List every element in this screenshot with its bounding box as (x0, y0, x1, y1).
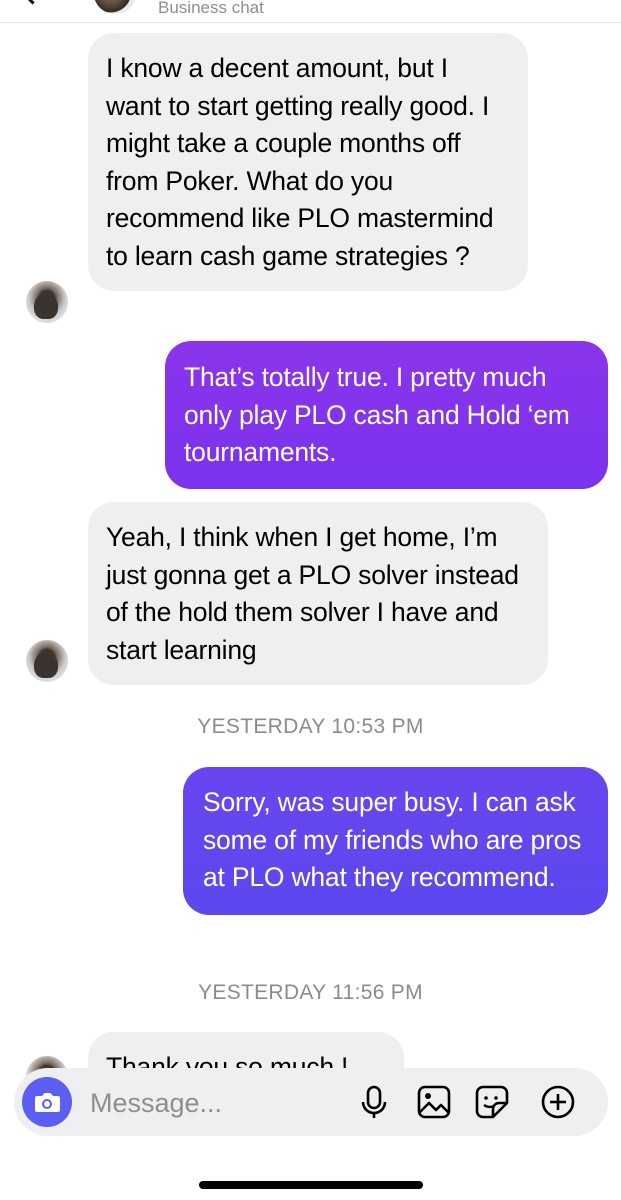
outgoing-message[interactable]: Sorry, was super busy. I can ask some of… (183, 767, 608, 915)
chat-header: Business chat (0, 0, 621, 23)
message-composer (14, 1068, 608, 1136)
camera-icon (35, 1093, 60, 1112)
contact-avatar[interactable] (94, 0, 136, 14)
sticker-button[interactable] (472, 1082, 512, 1122)
sticker-icon (475, 1085, 509, 1119)
microphone-button[interactable] (354, 1082, 394, 1122)
plus-icon (541, 1085, 575, 1119)
gallery-button[interactable] (414, 1082, 454, 1122)
timestamp: YESTERDAY 10:53 PM (197, 715, 424, 738)
microphone-icon (361, 1085, 387, 1118)
sender-avatar[interactable] (26, 640, 68, 682)
header-subtitle: Business chat (158, 0, 264, 17)
outgoing-message[interactable]: That’s totally true. I pretty much only … (165, 341, 608, 489)
add-button[interactable] (538, 1082, 578, 1122)
incoming-message[interactable]: Yeah, I think when I get home, I’m just … (88, 502, 548, 685)
gallery-icon (417, 1085, 451, 1119)
camera-button[interactable] (22, 1077, 72, 1127)
sender-avatar[interactable] (26, 281, 68, 323)
back-chevron-icon[interactable] (20, 0, 45, 5)
timestamp: YESTERDAY 11:56 PM (198, 981, 423, 1004)
home-indicator (199, 1181, 423, 1189)
incoming-message[interactable]: I know a decent amount, but I want to st… (88, 33, 528, 291)
message-input[interactable] (88, 1084, 352, 1122)
